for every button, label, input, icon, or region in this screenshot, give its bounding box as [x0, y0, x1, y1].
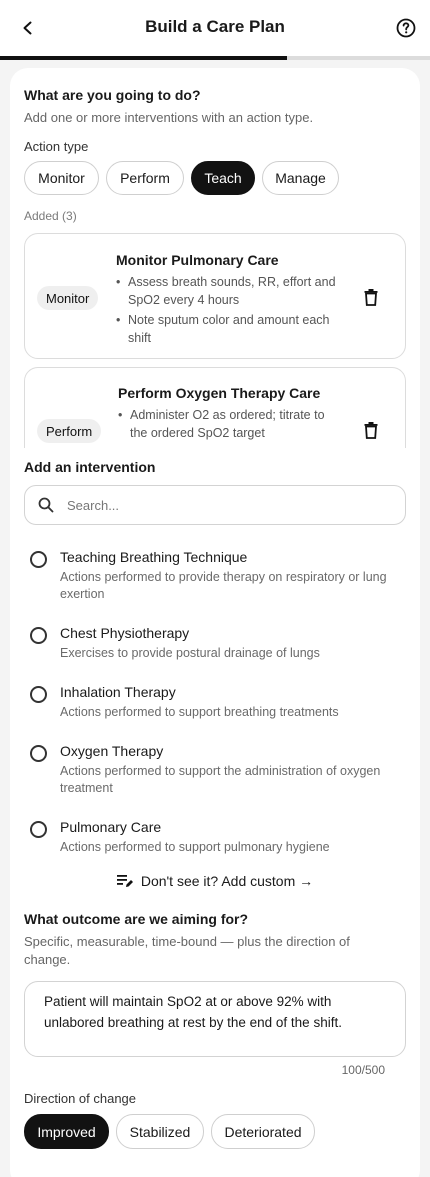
help-circle-icon	[396, 18, 416, 38]
radio-button[interactable]	[30, 686, 47, 703]
bullet-item: Administer O2 as ordered; titrate to the…	[118, 406, 338, 442]
chip-label: Improved	[37, 1123, 96, 1140]
step-progress-fill	[0, 56, 287, 60]
outcome-subtitle: Specific, measurable, time-bound — plus …	[24, 934, 350, 967]
outcome-textarea[interactable]: Patient will maintain SpO2 at or above 9…	[24, 981, 406, 1057]
top-app-bar: Build a Care Plan	[0, 0, 430, 56]
chip-label: Stabilized	[129, 1123, 191, 1140]
add-custom-link[interactable]: Don't see it? Add custom →	[0, 873, 430, 889]
radio-button[interactable]	[30, 551, 47, 568]
trash-icon	[364, 421, 378, 439]
radio-button[interactable]	[30, 627, 47, 644]
search-input[interactable]	[67, 495, 387, 515]
option-description: Actions performed to support the adminis…	[60, 764, 381, 795]
chip-label: Deteriorated	[224, 1123, 302, 1140]
delete-button[interactable]	[361, 286, 381, 308]
radio-button[interactable]	[30, 745, 47, 762]
chip-label: Perform	[120, 170, 170, 186]
direction-label: Direction of change	[24, 1091, 137, 1106]
add-custom-label: Don't see it? Add custom →	[140, 873, 314, 889]
added-item-title: Perform Oxygen Therapy Care	[118, 385, 321, 401]
chip-stabilized[interactable]: Stabilized	[116, 1114, 204, 1149]
option-title: Pulmonary Care	[60, 819, 162, 835]
action-type-pill: Perform	[37, 419, 102, 443]
page-title: Build a Care Plan	[145, 17, 285, 36]
search-field[interactable]	[24, 485, 406, 525]
option-description: Exercises to provide postural drainage o…	[60, 646, 320, 660]
added-item-bullets: Administer O2 as ordered; titrate to the…	[118, 406, 338, 444]
added-item-title: Monitor Pulmonary Care	[116, 252, 279, 268]
action-type-pill: Monitor	[37, 286, 99, 310]
add-intervention-heading: Add an intervention	[24, 459, 156, 475]
trash-icon	[364, 288, 378, 306]
actions-heading: What are you going to do?	[24, 87, 201, 103]
radio-button[interactable]	[30, 821, 47, 838]
action-type-label: Action type	[24, 139, 89, 154]
step-progress-bar	[0, 56, 430, 60]
outcome-text: Patient will maintain SpO2 at or above 9…	[44, 994, 342, 1030]
help-button[interactable]	[392, 14, 420, 42]
added-items-list[interactable]: Monitor Monitor Pulmonary Care Assess br…	[24, 232, 410, 448]
search-icon	[38, 497, 54, 513]
option-title: Inhalation Therapy	[60, 684, 176, 700]
chip-perform[interactable]: Perform	[106, 161, 184, 195]
option-title: Oxygen Therapy	[60, 743, 164, 759]
added-count-label: Added (3)	[24, 209, 77, 223]
chip-monitor[interactable]: Monitor	[24, 161, 99, 195]
chip-manage[interactable]: Manage	[262, 161, 339, 195]
chip-deteriorated[interactable]: Deteriorated	[211, 1114, 315, 1149]
chip-teach[interactable]: Teach	[191, 161, 255, 195]
delete-button[interactable]	[361, 419, 381, 441]
bullet-item: Note sputum color and amount each shift	[116, 311, 336, 347]
actions-subtitle: Add one or more interventions with an ac…	[24, 110, 314, 125]
playlist-edit-icon	[116, 875, 133, 887]
chip-label: Monitor	[38, 170, 85, 186]
added-item-bullets: Assess breath sounds, RR, effort and SpO…	[116, 273, 336, 349]
outcome-heading: What outcome are we aiming for?	[24, 911, 249, 927]
chip-improved[interactable]: Improved	[24, 1114, 109, 1149]
option-description: Actions performed to support pulmonary h…	[60, 840, 330, 854]
chip-label: Manage	[275, 170, 326, 186]
option-title: Teaching Breathing Technique	[60, 549, 248, 565]
option-description: Actions performed to provide therapy on …	[60, 570, 387, 601]
character-counter: 100/500	[341, 1063, 385, 1077]
chip-label: Teach	[204, 170, 242, 186]
added-item-card[interactable]: Monitor Monitor Pulmonary Care Assess br…	[24, 233, 406, 359]
option-description: Actions performed to support breathing t…	[60, 705, 339, 719]
bullet-item: Assess breath sounds, RR, effort and SpO…	[116, 273, 336, 309]
option-title: Chest Physiotherapy	[60, 625, 190, 641]
added-item-card[interactable]: Perform Perform Oxygen Therapy Care Admi…	[24, 367, 406, 448]
